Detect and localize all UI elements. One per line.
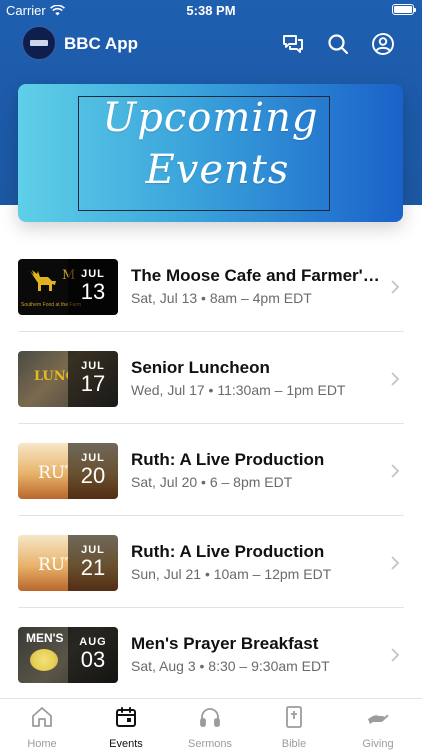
event-thumbnail: Moose Cafe Southern Food at the Farm JUL… — [18, 259, 118, 315]
calendar-icon — [116, 707, 136, 727]
tab-sermons[interactable]: Sermons — [168, 705, 252, 750]
tab-label: Sermons — [187, 738, 233, 750]
event-thumbnail: LUNCHEON JUL 17 — [18, 351, 118, 407]
event-row[interactable]: MEN'S AUG 03 Men's Prayer Breakfast Sat,… — [0, 608, 422, 700]
event-date-badge: AUG 03 — [68, 627, 118, 683]
event-datetime: Sat, Jul 20 • 6 – 8pm EDT — [131, 474, 293, 490]
upcoming-events-banner[interactable]: Upcoming Events — [18, 84, 403, 222]
event-row[interactable]: RUTH JUL 20 Ruth: A Live Production Sat,… — [0, 424, 422, 516]
event-thumb-text: RUTH — [38, 463, 68, 483]
app-title: BBC App — [64, 34, 138, 53]
event-thumbnail: RUTH JUL 21 — [18, 535, 118, 591]
banner-line-2: Events — [145, 147, 290, 193]
tab-bible[interactable]: Bible — [252, 705, 336, 750]
event-day: 13 — [80, 279, 106, 304]
headphones-icon — [200, 708, 220, 727]
tab-giving[interactable]: Giving — [336, 705, 420, 750]
tab-bar: Home Events Sermons Bible Giving — [0, 698, 422, 750]
tab-label: Home — [27, 738, 57, 750]
search-icon[interactable] — [326, 32, 350, 56]
church-logo[interactable] — [22, 26, 56, 60]
chevron-right-icon — [391, 280, 400, 294]
event-thumbnail: RUTH JUL 20 — [18, 443, 118, 499]
food-plate-image — [30, 649, 58, 671]
event-title: Senior Luncheon — [131, 358, 270, 377]
moose-icon — [30, 270, 56, 291]
chat-bubbles-icon[interactable] — [281, 32, 305, 56]
event-title: Men's Prayer Breakfast — [131, 634, 319, 653]
event-date-badge: JUL 20 — [68, 443, 118, 499]
event-day: 17 — [80, 371, 106, 396]
event-title: Ruth: A Live Production — [131, 542, 325, 561]
tab-label: Bible — [281, 738, 307, 750]
status-bar: Carrier 5:38 PM — [0, 0, 422, 22]
event-row[interactable]: LUNCHEON JUL 17 Senior Luncheon Wed, Jul… — [0, 332, 422, 424]
event-row[interactable]: Moose Cafe Southern Food at the Farm JUL… — [0, 240, 422, 332]
event-thumb-text: RUTH — [38, 555, 68, 575]
event-day: 21 — [80, 555, 106, 580]
event-datetime: Wed, Jul 17 • 11:30am – 1pm EDT — [131, 382, 346, 398]
account-icon[interactable] — [371, 32, 395, 56]
tab-label: Giving — [362, 738, 394, 750]
banner-line-1: Upcoming — [102, 95, 319, 141]
event-thumb-text: LUNCHEON — [34, 369, 68, 384]
event-date-badge: JUL 21 — [68, 535, 118, 591]
chevron-right-icon — [391, 464, 400, 478]
event-datetime: Sat, Jul 13 • 8am – 4pm EDT — [131, 290, 312, 306]
app-bar: BBC App — [0, 26, 422, 62]
event-date-badge: JUL 13 — [68, 259, 118, 315]
banner-title: Upcoming Events — [18, 92, 403, 196]
tab-label: Events — [109, 738, 143, 750]
event-day: 03 — [80, 647, 106, 672]
event-date-badge: JUL 17 — [68, 351, 118, 407]
event-title: The Moose Cafe and Farmer's... — [131, 266, 381, 285]
bible-icon — [286, 706, 302, 728]
tab-events[interactable]: Events — [84, 705, 168, 750]
chevron-right-icon — [391, 372, 400, 386]
event-thumb-text: MEN'S — [26, 631, 64, 645]
tab-home[interactable]: Home — [0, 705, 84, 750]
chevron-right-icon — [391, 556, 400, 570]
status-time: 5:38 PM — [186, 3, 236, 18]
battery-icon — [392, 4, 416, 15]
event-row[interactable]: RUTH JUL 21 Ruth: A Live Production Sun,… — [0, 516, 422, 608]
chevron-right-icon — [391, 648, 400, 662]
event-day: 20 — [80, 463, 106, 488]
event-datetime: Sun, Jul 21 • 10am – 12pm EDT — [131, 566, 332, 582]
event-datetime: Sat, Aug 3 • 8:30 – 9:30am EDT — [131, 658, 330, 674]
giving-hand-icon — [368, 714, 389, 724]
event-title: Ruth: A Live Production — [131, 450, 325, 469]
home-icon — [32, 707, 52, 727]
event-thumbnail: MEN'S AUG 03 — [18, 627, 118, 683]
